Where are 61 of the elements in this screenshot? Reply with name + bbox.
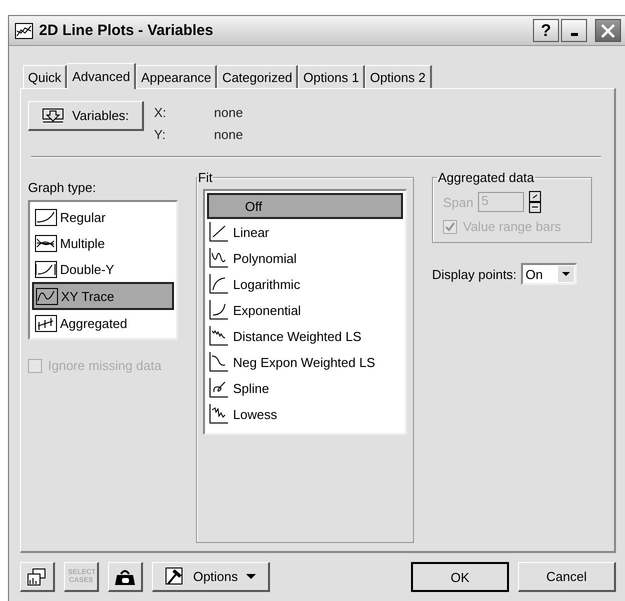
fit-item[interactable]: Linear bbox=[205, 219, 405, 245]
fit-item[interactable]: Lowess bbox=[205, 401, 405, 427]
curve-icon bbox=[209, 222, 229, 242]
chart-icon bbox=[36, 288, 58, 304]
tab[interactable]: Quick bbox=[23, 65, 68, 88]
fit-item[interactable]: Exponential bbox=[205, 297, 405, 323]
curve-icon bbox=[209, 300, 229, 320]
display-points-label: Display points: bbox=[432, 266, 517, 282]
graph-type-item[interactable]: Regular bbox=[32, 204, 174, 230]
curve-icon bbox=[209, 274, 229, 294]
fit-item[interactable]: Spline bbox=[205, 375, 405, 401]
graph-type-label: Graph type: bbox=[28, 180, 97, 195]
help-button[interactable]: ? bbox=[533, 19, 559, 42]
graph-type-item[interactable]: Aggregated bbox=[32, 310, 174, 336]
cancel-button[interactable]: Cancel bbox=[518, 562, 616, 592]
weight-button[interactable] bbox=[108, 562, 143, 592]
variable-value: none bbox=[214, 127, 243, 142]
tab[interactable]: Options 1 bbox=[298, 65, 365, 88]
group-title: Fit bbox=[197, 170, 214, 185]
curve-icon bbox=[209, 248, 229, 268]
check-icon bbox=[445, 222, 455, 232]
display-points-dropdown[interactable]: On bbox=[520, 263, 577, 285]
fit-item[interactable]: Off bbox=[207, 193, 403, 219]
graph-type-item[interactable]: Double-Y bbox=[32, 256, 174, 282]
chart-icon bbox=[35, 260, 57, 278]
fit-item[interactable]: Polynomial bbox=[205, 245, 405, 271]
chart-icon bbox=[35, 234, 57, 252]
ok-button[interactable]: OK bbox=[411, 562, 509, 592]
graph-type-item[interactable]: Multiple bbox=[32, 230, 174, 256]
tab[interactable]: Advanced bbox=[67, 63, 136, 89]
curve-icon bbox=[209, 326, 229, 346]
fit-item[interactable]: Distance Weighted LS bbox=[205, 323, 405, 349]
curve-icon bbox=[209, 378, 229, 398]
variable-value: none bbox=[214, 105, 243, 120]
window-title: 2D Line Plots - Variables bbox=[39, 22, 214, 39]
chart-icon bbox=[15, 22, 33, 38]
curve-icon bbox=[209, 404, 229, 424]
hammer-icon bbox=[165, 566, 186, 586]
fit-item[interactable]: Neg Expon Weighted LS bbox=[205, 349, 405, 375]
graph-type-item[interactable]: XY Trace bbox=[32, 282, 174, 310]
tab[interactable]: Appearance bbox=[136, 65, 218, 88]
close-icon bbox=[600, 22, 616, 38]
windows-chart-icon bbox=[27, 568, 47, 586]
tab[interactable]: Categorized bbox=[217, 65, 298, 88]
variables-button[interactable]: Variables: bbox=[28, 101, 144, 131]
tab[interactable]: Options 2 bbox=[364, 65, 432, 88]
axis-label: X: bbox=[154, 105, 168, 120]
minimize-icon bbox=[570, 33, 578, 36]
fit-item[interactable]: Logarithmic bbox=[205, 271, 405, 297]
chart-icon bbox=[35, 314, 57, 332]
download-arrow-icon bbox=[42, 108, 64, 124]
close-button[interactable] bbox=[595, 19, 621, 42]
windows-button[interactable] bbox=[20, 562, 55, 592]
axis-label: Y: bbox=[154, 127, 167, 142]
minimize-button[interactable] bbox=[561, 19, 587, 42]
group-title: Aggregated data bbox=[437, 170, 536, 185]
options-button[interactable]: Options bbox=[152, 562, 270, 592]
chart-icon bbox=[35, 208, 57, 226]
curve-icon bbox=[209, 352, 229, 372]
caret-icon bbox=[246, 574, 256, 580]
weight-icon bbox=[114, 568, 136, 586]
